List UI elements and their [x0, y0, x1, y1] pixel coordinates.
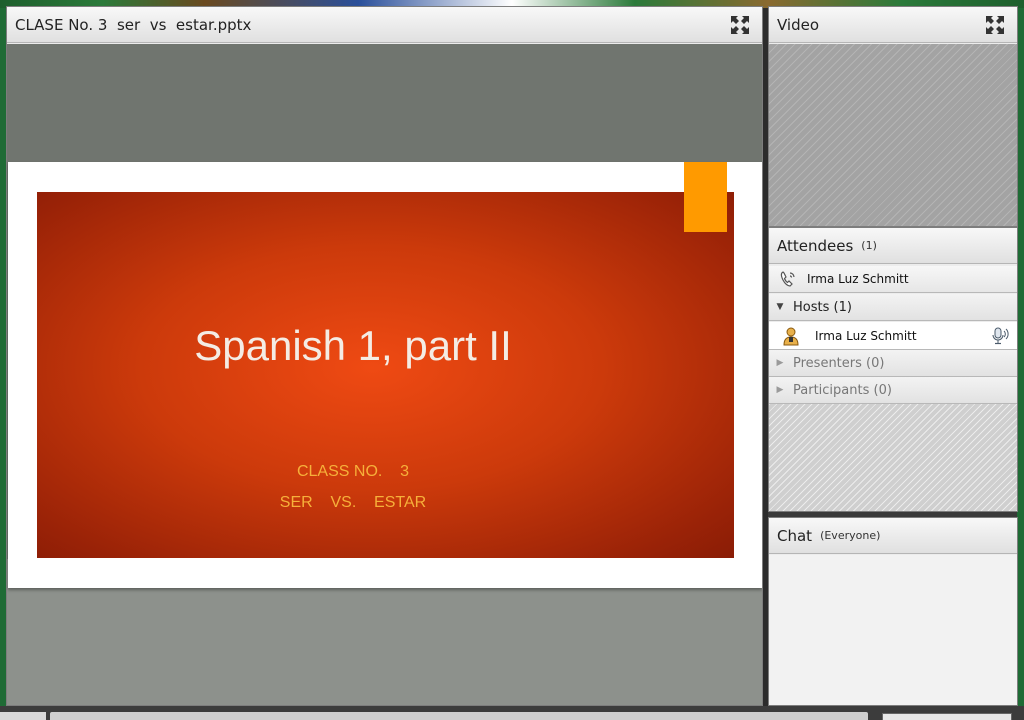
video-pod-title: Video [777, 15, 820, 34]
chat-pod-header: Chat (Everyone) [769, 518, 1017, 554]
slide-subtitle-line1: CLASS NO. 3 [296, 463, 410, 480]
attendees-count: (1) [861, 239, 877, 252]
group-presenters-label: Presenters (0) [793, 355, 885, 371]
bottom-left-control [0, 712, 46, 720]
video-pod: Video [768, 6, 1018, 227]
group-participants[interactable]: ▶ Participants (0) [769, 377, 1017, 404]
share-pod-header: CLASE No. 3 ser vs estar.pptx [7, 7, 762, 43]
share-pod-title: CLASE No. 3 ser vs estar.pptx [15, 15, 252, 34]
chat-message-area[interactable] [769, 555, 1017, 705]
video-area [769, 44, 1017, 226]
slide: Spanish 1, part II CLASS NO. 3 SER VS. E… [37, 162, 734, 558]
host-name: Irma Luz Schmitt [815, 328, 917, 343]
triangle-down-icon[interactable]: ▼ [775, 302, 785, 312]
host-row[interactable]: Irma Luz Schmitt [769, 322, 1017, 350]
slide-subtitle-line2: SER VS. ESTAR [279, 494, 427, 511]
triangle-right-icon[interactable]: ▶ [775, 358, 785, 368]
share-pod: CLASE No. 3 ser vs estar.pptx Spanish 1,… [6, 6, 763, 706]
current-user-name: Irma Luz Schmitt [807, 272, 909, 286]
group-hosts-label: Hosts (1) [793, 299, 852, 315]
attendees-pod-title: Attendees [777, 236, 854, 255]
triangle-right-icon[interactable]: ▶ [775, 385, 785, 395]
host-user-icon [783, 327, 799, 345]
bottom-button[interactable] [882, 713, 1012, 720]
video-pod-header: Video [769, 7, 1017, 43]
microphone-icon [992, 327, 1009, 345]
slide-accent-tab [684, 162, 727, 232]
fullscreen-icon[interactable] [985, 15, 1005, 35]
desktop-background-right [1017, 8, 1024, 708]
chat-pod: Chat (Everyone) [768, 517, 1018, 706]
attendees-empty-area [769, 404, 1017, 511]
group-hosts[interactable]: ▼ Hosts (1) [769, 294, 1017, 321]
phone-icon[interactable] [779, 270, 797, 288]
slide-title: Spanish 1, part II [194, 322, 512, 369]
bottom-bar [50, 712, 868, 720]
group-presenters[interactable]: ▶ Presenters (0) [769, 350, 1017, 377]
group-participants-label: Participants (0) [793, 382, 892, 398]
chat-pod-title: Chat [777, 526, 813, 545]
chat-scope[interactable]: (Everyone) [820, 529, 880, 542]
slide-frame: Spanish 1, part II CLASS NO. 3 SER VS. E… [8, 162, 762, 588]
attendees-pod-header: Attendees (1) [769, 228, 1017, 264]
current-user-row[interactable]: Irma Luz Schmitt [769, 266, 1017, 293]
attendees-pod: Attendees (1) Irma Luz Schmitt ▼ Hosts (… [768, 227, 1018, 512]
fullscreen-icon[interactable] [730, 15, 750, 35]
